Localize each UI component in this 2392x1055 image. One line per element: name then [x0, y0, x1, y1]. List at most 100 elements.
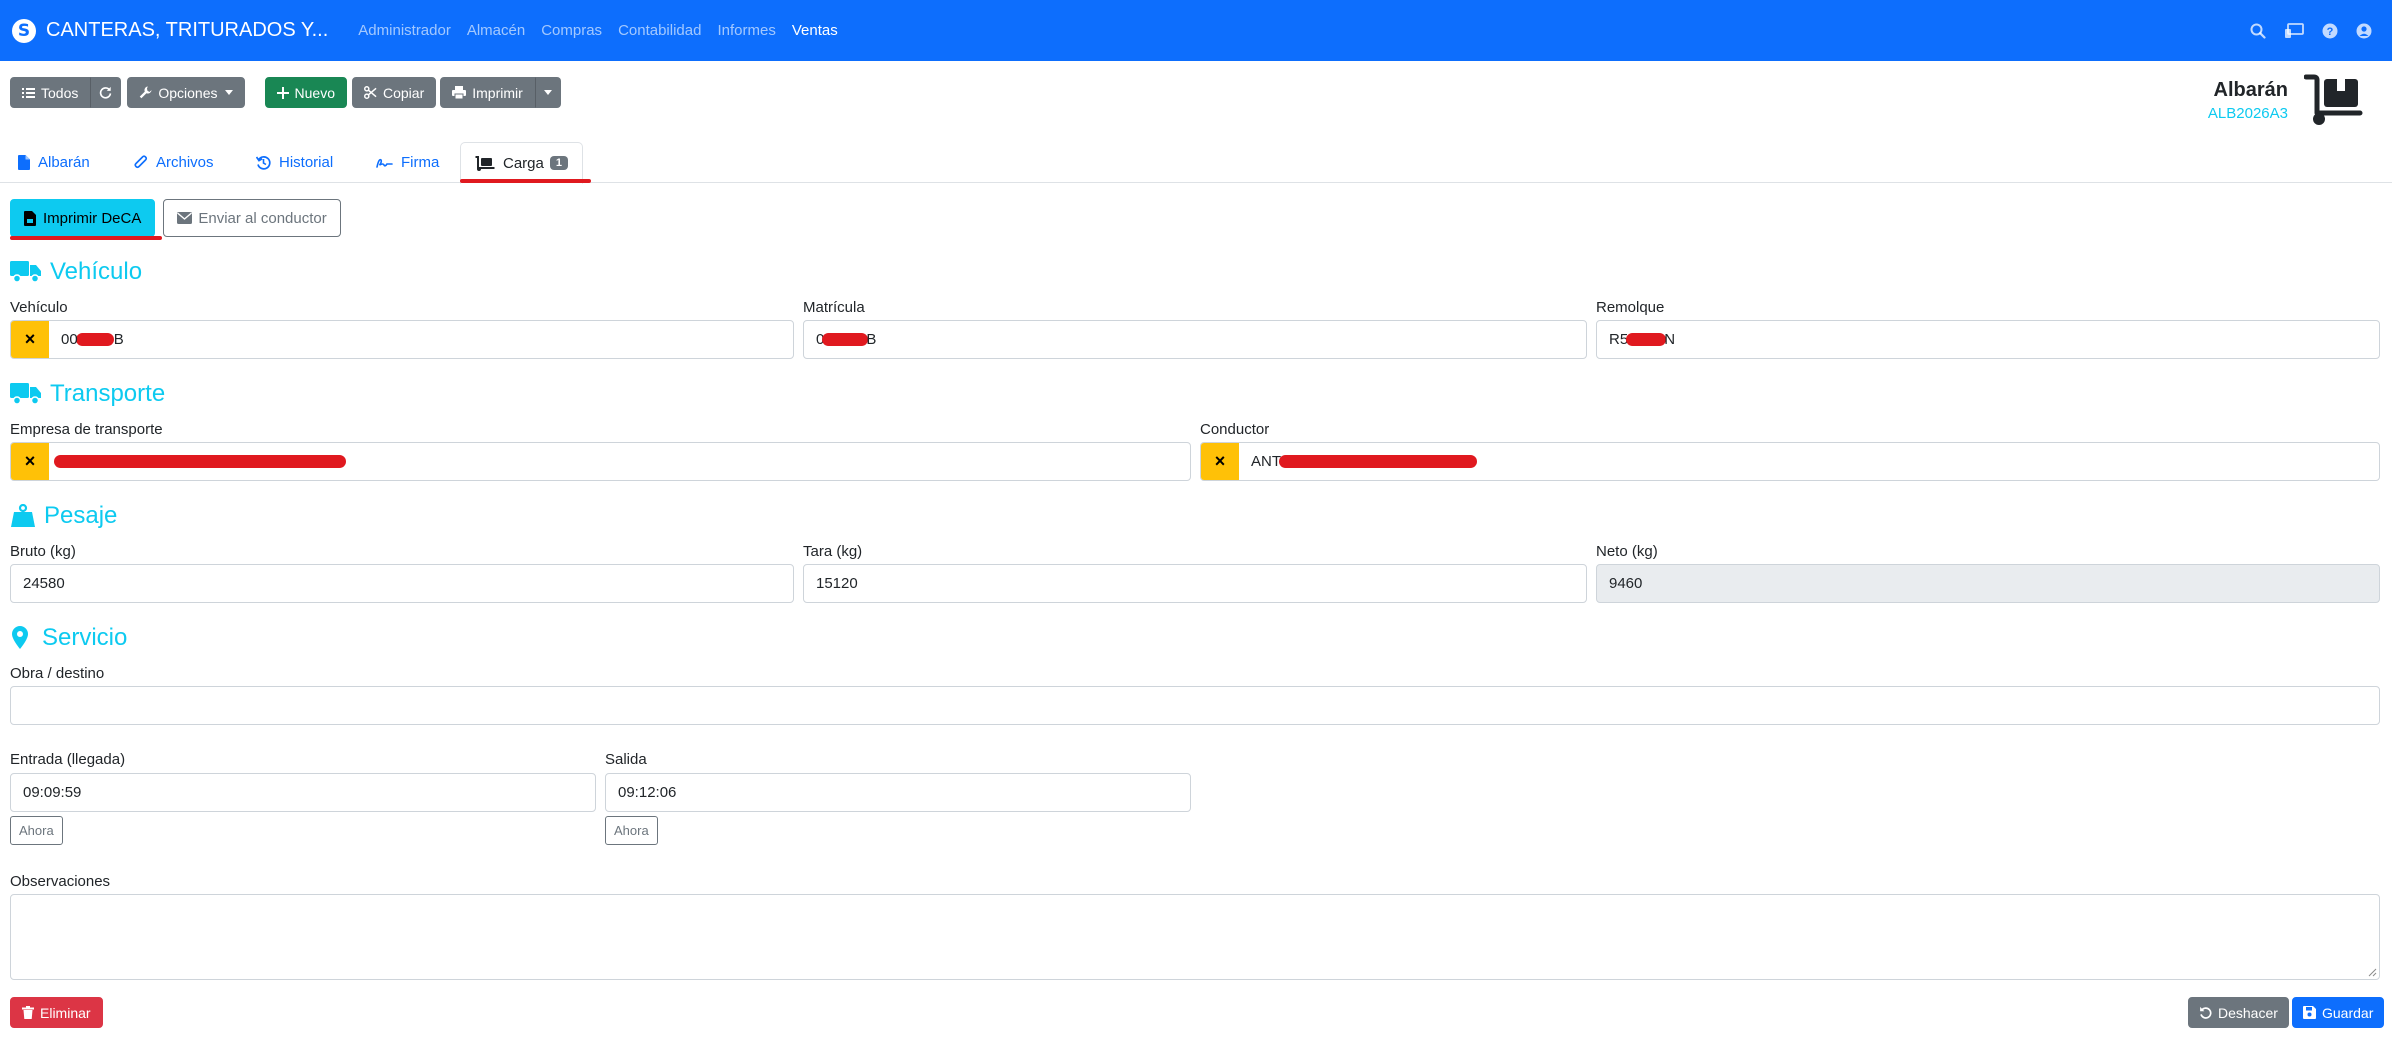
observaciones-label: Observaciones — [10, 873, 111, 890]
save-label: Guardar — [2322, 1004, 2374, 1021]
vehiculo-value-suffix: B — [113, 331, 124, 348]
obra-destino-label: Obra / destino — [10, 665, 105, 682]
undo-icon — [2200, 1006, 2212, 1019]
salida-label: Salida — [605, 751, 647, 768]
cast-screen-icon[interactable] — [2284, 22, 2304, 39]
observaciones-textarea[interactable] — [10, 894, 2380, 980]
brand-logo-icon: S — [12, 18, 36, 43]
resize-handle-icon[interactable] — [2368, 968, 2377, 977]
section-pesaje-label: Pesaje — [44, 502, 118, 529]
paperclip-icon — [134, 155, 148, 169]
section-servicio-label: Servicio — [42, 624, 128, 651]
document-code: ALB2026A3 — [2207, 105, 2288, 122]
matricula-field[interactable]: 0 B — [803, 320, 1587, 359]
neto-input: 9460 — [1596, 564, 2380, 603]
search-icon[interactable] — [2250, 23, 2266, 39]
plus-icon — [276, 86, 289, 99]
menu-ventas[interactable]: Ventas — [792, 22, 838, 39]
list-all-button[interactable]: Todos — [10, 77, 91, 108]
file-pdf-icon — [24, 210, 36, 226]
undo-label: Deshacer — [2218, 1004, 2278, 1021]
file-icon — [18, 155, 30, 170]
clear-conductor-button[interactable]: × — [1201, 443, 1239, 480]
remolque-field[interactable]: R5 N — [1596, 320, 2380, 359]
copy-button[interactable]: Copiar — [351, 77, 437, 108]
menu-administrador[interactable]: Administrador — [358, 22, 451, 39]
tab-firma[interactable]: Firma — [362, 142, 453, 183]
empresa-transporte-field[interactable]: × — [10, 442, 1191, 481]
obra-destino-input[interactable] — [10, 686, 2380, 725]
print-deca-button[interactable]: Imprimir DeCA — [10, 199, 156, 237]
matricula-value-suffix: B — [866, 331, 877, 348]
options-dropdown-button[interactable]: Opciones — [127, 77, 245, 108]
clear-vehiculo-button[interactable]: × — [11, 321, 49, 358]
carga-count-badge: 1 — [549, 156, 568, 170]
undo-button[interactable]: Deshacer — [2188, 997, 2289, 1028]
refresh-button[interactable] — [90, 77, 122, 108]
vehiculo-label: Vehículo — [10, 299, 68, 316]
entrada-time-input[interactable]: 09:09:59 — [10, 773, 596, 812]
clear-empresa-button[interactable]: × — [11, 443, 49, 480]
tab-carga-label: Carga — [503, 154, 544, 172]
bruto-label: Bruto (kg) — [10, 543, 76, 560]
vehiculo-field[interactable]: × 00 B — [10, 320, 794, 359]
redaction-mark — [1279, 455, 1477, 468]
entrada-label: Entrada (llegada) — [10, 751, 126, 768]
delete-label: Eliminar — [40, 1004, 91, 1021]
save-button[interactable]: Guardar — [2292, 997, 2385, 1028]
neto-label: Neto (kg) — [1596, 543, 1658, 560]
salida-now-button[interactable]: Ahora — [605, 816, 658, 845]
floppy-disk-icon — [2303, 1006, 2316, 1019]
print-button[interactable]: Imprimir — [440, 77, 535, 108]
tara-input[interactable]: 15120 — [803, 564, 1587, 603]
menu-almacen[interactable]: Almacén — [467, 22, 525, 39]
salida-time-input[interactable]: 09:12:06 — [605, 773, 1191, 812]
svg-text:?: ? — [2327, 26, 2334, 38]
conductor-field[interactable]: × ANT — [1200, 442, 2380, 481]
printer-icon — [452, 86, 467, 99]
tab-historial-label: Historial — [279, 154, 334, 171]
send-to-driver-label: Enviar al conductor — [198, 209, 327, 227]
menu-compras[interactable]: Compras — [541, 22, 602, 39]
redaction-mark — [75, 333, 114, 346]
delete-button[interactable]: Eliminar — [10, 997, 103, 1028]
document-title: Albarán — [2213, 79, 2288, 101]
tab-albaran-label: Albarán — [38, 154, 90, 171]
tab-historial[interactable]: Historial — [242, 142, 347, 183]
menu-informes[interactable]: Informes — [717, 22, 775, 39]
brand[interactable]: S CANTERAS, TRITURADOS Y... — [12, 18, 328, 43]
redaction-mark — [822, 333, 869, 346]
tab-albaran[interactable]: Albarán — [4, 142, 104, 183]
document-header: Albarán ALB2026A3 — [2208, 73, 2364, 127]
neto-value: 9460 — [1609, 575, 1643, 592]
list-icon — [22, 87, 35, 98]
chevron-down-icon — [224, 90, 233, 95]
help-icon[interactable]: ? — [2322, 23, 2338, 39]
entrada-now-label: Ahora — [19, 823, 54, 838]
tara-label: Tara (kg) — [803, 543, 863, 560]
matricula-label: Matrícula — [803, 299, 865, 316]
tab-archivos[interactable]: Archivos — [120, 142, 228, 183]
bruto-input[interactable]: 24580 — [10, 564, 794, 603]
new-label: Nuevo — [294, 84, 335, 101]
top-navbar: S CANTERAS, TRITURADOS Y... Administrado… — [0, 0, 2392, 61]
section-pesaje-title: Pesaje — [10, 502, 117, 530]
truck-icon — [10, 383, 41, 405]
print-label: Imprimir — [472, 84, 523, 101]
print-dropdown-toggle[interactable] — [534, 77, 561, 108]
entrada-value: 09:09:59 — [23, 784, 82, 801]
scissors-icon — [363, 86, 377, 99]
send-to-driver-button[interactable]: Enviar al conductor — [163, 199, 341, 237]
list-all-label: Todos — [41, 84, 79, 101]
menu-contabilidad[interactable]: Contabilidad — [618, 22, 701, 39]
refresh-icon — [100, 86, 112, 99]
new-button[interactable]: Nuevo — [264, 77, 347, 108]
trash-icon — [22, 1006, 34, 1019]
user-account-icon[interactable] — [2356, 23, 2372, 39]
tab-carga[interactable]: Carga 1 — [460, 142, 583, 184]
empresa-transporte-label: Empresa de transporte — [10, 421, 163, 438]
wrench-icon — [140, 86, 152, 99]
entrada-now-button[interactable]: Ahora — [10, 816, 63, 845]
annotation-underline — [10, 236, 162, 240]
record-toolbar: Todos Opciones Nuevo Copiar Imprimir — [10, 77, 561, 108]
